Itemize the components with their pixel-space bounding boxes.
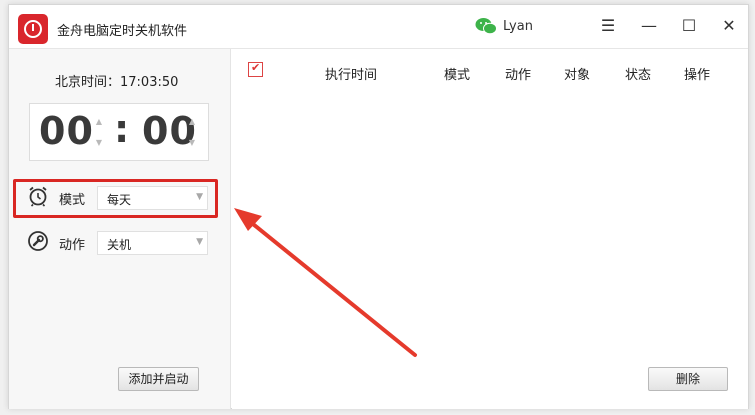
hours-up-icon[interactable]: ▲ [93,113,105,131]
app-logo-icon [18,14,48,44]
mode-value: 每天 [107,193,132,207]
hours-down-icon[interactable]: ▼ [93,134,105,152]
column-header-target[interactable]: 对象 [564,64,590,83]
app-window: 金舟电脑定时关机软件 Lyan ☰ — ☐ ✕ 北京时间：17:03:50 00… [8,4,749,409]
mode-label: 模式 [59,193,86,208]
select-all-checkbox[interactable]: ✔ [248,61,263,77]
check-icon: ✔ [251,61,261,74]
countdown-timer: 00 ▲ ▼ : 00 ▲ ▼ [29,103,209,161]
minutes-stepper[interactable]: ▲ ▼ [186,113,198,153]
column-header-operation[interactable]: 操作 [684,64,710,83]
user-name[interactable]: Lyan [503,19,533,34]
close-icon[interactable]: ✕ [715,13,743,39]
wechat-icon[interactable] [475,17,497,35]
chevron-down-icon[interactable]: ▼ [196,192,203,202]
wrench-icon [28,231,48,251]
column-header-exec-time[interactable]: 执行时间 [325,64,377,83]
mode-row: 模式 每天 ▼ [27,185,217,211]
minutes-up-icon[interactable]: ▲ [186,113,198,131]
delete-button[interactable]: 删除 [648,367,728,391]
hours-stepper[interactable]: ▲ ▼ [93,113,105,153]
app-title: 金舟电脑定时关机软件 [57,24,188,39]
column-header-status[interactable]: 状态 [625,64,651,83]
action-select[interactable]: 关机 ▼ [97,231,208,255]
chevron-down-icon[interactable]: ▼ [196,237,203,247]
hours-field[interactable]: 00 [39,109,94,153]
maximize-icon[interactable]: ☐ [675,13,703,39]
action-row: 动作 关机 ▼ [27,230,217,256]
mode-select[interactable]: 每天 ▼ [97,186,208,210]
time-separator: : [114,107,130,151]
beijing-time: 北京时间：17:03:50 [55,75,179,90]
alarm-clock-icon [29,186,47,207]
minimize-icon[interactable]: — [635,13,663,39]
column-header-mode[interactable]: 模式 [444,64,470,83]
table-header: ✔ 执行时间 模式 动作 对象 状态 操作 [232,49,748,91]
settings-panel: 北京时间：17:03:50 00 ▲ ▼ : 00 ▲ ▼ 模式 每天 ▼ 动作… [9,49,231,409]
task-list-panel: ✔ 执行时间 模式 动作 对象 状态 操作 删除 [232,49,748,409]
action-value: 关机 [107,238,132,252]
add-and-start-button[interactable]: 添加并启动 [118,367,199,391]
action-label: 动作 [59,238,86,253]
title-bar: 金舟电脑定时关机软件 Lyan ☰ — ☐ ✕ [9,5,748,49]
menu-icon[interactable]: ☰ [594,13,622,39]
column-header-action[interactable]: 动作 [505,64,531,83]
minutes-down-icon[interactable]: ▼ [186,134,198,152]
